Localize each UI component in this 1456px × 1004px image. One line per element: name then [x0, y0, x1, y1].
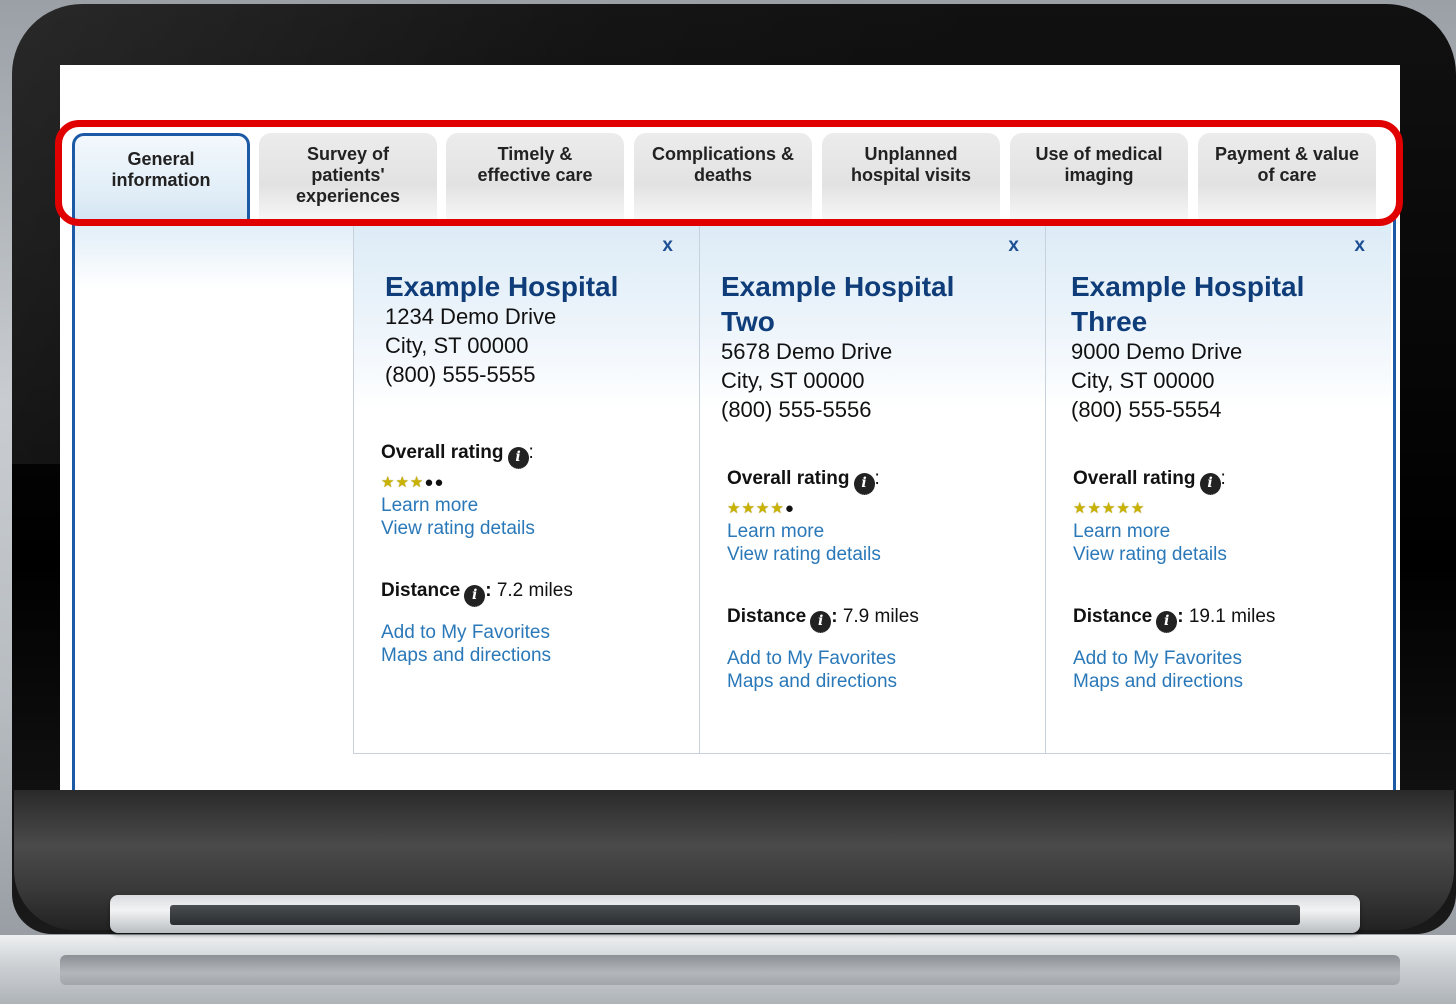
remove-hospital-button[interactable]: x: [662, 235, 673, 257]
hospital-phone: (800) 555-5555: [385, 362, 536, 387]
tab-payment-value-of-care[interactable]: Payment & value of care: [1198, 133, 1376, 219]
star-empty-icon: ●: [424, 474, 435, 491]
info-icon[interactable]: i: [1156, 611, 1178, 633]
tab-use-of-medical-imaging[interactable]: Use of medical imaging: [1010, 133, 1188, 219]
hospital-name: Example Hospital: [385, 271, 619, 302]
remove-hospital-button[interactable]: x: [1008, 235, 1019, 257]
star-rating: ★★★★●: [727, 499, 795, 517]
hospital-phone: (800) 555-5554: [1071, 397, 1222, 422]
tab-label: Survey of patients' experiences: [295, 144, 401, 206]
star-filled-icon: ★: [770, 500, 785, 517]
learn-more-link[interactable]: Learn more: [1073, 521, 1170, 543]
tab-general-information[interactable]: General information: [72, 133, 250, 221]
maps-directions-link[interactable]: Maps and directions: [1073, 671, 1243, 693]
tab-label: Timely & effective care: [477, 144, 593, 185]
view-rating-details-link[interactable]: View rating details: [1073, 544, 1227, 566]
overall-rating-text: Overall rating: [381, 442, 504, 463]
info-icon[interactable]: i: [1199, 473, 1221, 495]
learn-more-link[interactable]: Learn more: [727, 521, 824, 543]
distance-value: 7.9 miles: [842, 606, 919, 627]
hospital-city: City, ST 00000: [721, 368, 865, 393]
star-rating: ★★★★★: [1073, 499, 1145, 517]
tab-label: Unplanned hospital visits: [850, 144, 972, 185]
info-icon[interactable]: i: [810, 611, 832, 633]
overall-rating-label: Overall rating i:: [1073, 468, 1226, 495]
star-filled-icon: ★: [1116, 500, 1131, 517]
star-filled-icon: ★: [727, 500, 742, 517]
hospital-column: x Example Hospital 1234 Demo Drive City,…: [353, 219, 699, 754]
label-column: [75, 219, 353, 289]
hospital-phone: (800) 555-5556: [721, 397, 872, 422]
hospital-city: City, ST 00000: [385, 333, 529, 358]
overall-rating-label: Overall rating i:: [727, 468, 880, 495]
tab-bar: General information Survey of patients' …: [72, 133, 1392, 221]
star-filled-icon: ★: [409, 474, 425, 491]
hospital-street: 1234 Demo Drive: [385, 304, 557, 329]
hospital-column: x Example Hospital Two 5678 Demo Drive C…: [699, 219, 1045, 754]
star-filled-icon: ★: [395, 474, 410, 491]
star-empty-icon: ●: [784, 500, 795, 517]
hospital-name: Example Hospital Three: [1071, 271, 1305, 337]
star-filled-icon: ★: [741, 500, 756, 517]
tab-label: General information: [111, 149, 211, 190]
hospital-name: Example Hospital Two: [721, 271, 955, 337]
tab-survey-of-patients-experiences[interactable]: Survey of patients' experiences: [259, 133, 437, 219]
laptop-screen: General information Survey of patients' …: [60, 65, 1400, 790]
tab-timely-effective-care[interactable]: Timely & effective care: [446, 133, 624, 219]
remove-hospital-button[interactable]: x: [1354, 235, 1365, 257]
distance-row: Distance i: 7.2 miles: [381, 580, 573, 607]
distance-row: Distance i: 19.1 miles: [1073, 606, 1275, 633]
info-icon[interactable]: i: [853, 473, 875, 495]
hospital-street: 9000 Demo Drive: [1071, 339, 1243, 364]
tab-complications-deaths[interactable]: Complications & deaths: [634, 133, 812, 219]
distance-label: Distance: [1073, 606, 1153, 627]
star-rating: ★★★●●: [381, 473, 444, 491]
add-to-favorites-link[interactable]: Add to My Favorites: [1073, 648, 1242, 670]
tab-label: Use of medical imaging: [1035, 144, 1163, 185]
hospital-column: x Example Hospital Three 9000 Demo Drive…: [1045, 219, 1391, 754]
overall-rating-text: Overall rating: [727, 468, 850, 489]
learn-more-link[interactable]: Learn more: [381, 495, 478, 517]
info-icon[interactable]: i: [464, 585, 486, 607]
tab-unplanned-hospital-visits[interactable]: Unplanned hospital visits: [822, 133, 1000, 219]
star-empty-icon: ●: [434, 474, 445, 491]
distance-value: 7.2 miles: [496, 580, 573, 601]
distance-label: Distance: [727, 606, 807, 627]
add-to-favorites-link[interactable]: Add to My Favorites: [727, 648, 896, 670]
distance-value: 19.1 miles: [1188, 606, 1276, 627]
distance-label: Distance: [381, 580, 461, 601]
hospital-street: 5678 Demo Drive: [721, 339, 893, 364]
star-filled-icon: ★: [1073, 500, 1088, 517]
star-filled-icon: ★: [1087, 500, 1102, 517]
laptop-keyboard-edge: [60, 955, 1400, 985]
distance-row: Distance i: 7.9 miles: [727, 606, 919, 633]
hospital-city: City, ST 00000: [1071, 368, 1215, 393]
overall-rating-text: Overall rating: [1073, 468, 1196, 489]
tab-label: Payment & value of care: [1214, 144, 1360, 185]
laptop-hinge-inset: [170, 905, 1300, 925]
star-filled-icon: ★: [1130, 500, 1146, 517]
maps-directions-link[interactable]: Maps and directions: [381, 645, 551, 667]
star-filled-icon: ★: [1101, 500, 1117, 517]
maps-directions-link[interactable]: Maps and directions: [727, 671, 897, 693]
star-filled-icon: ★: [755, 500, 771, 517]
view-rating-details-link[interactable]: View rating details: [381, 518, 535, 540]
add-to-favorites-link[interactable]: Add to My Favorites: [381, 622, 550, 644]
info-icon[interactable]: i: [507, 447, 529, 469]
star-filled-icon: ★: [381, 474, 396, 491]
overall-rating-label: Overall rating i:: [381, 442, 534, 469]
view-rating-details-link[interactable]: View rating details: [727, 544, 881, 566]
tab-label: Complications & deaths: [651, 144, 794, 185]
comparison-panel: x Example Hospital 1234 Demo Drive City,…: [72, 219, 1396, 790]
